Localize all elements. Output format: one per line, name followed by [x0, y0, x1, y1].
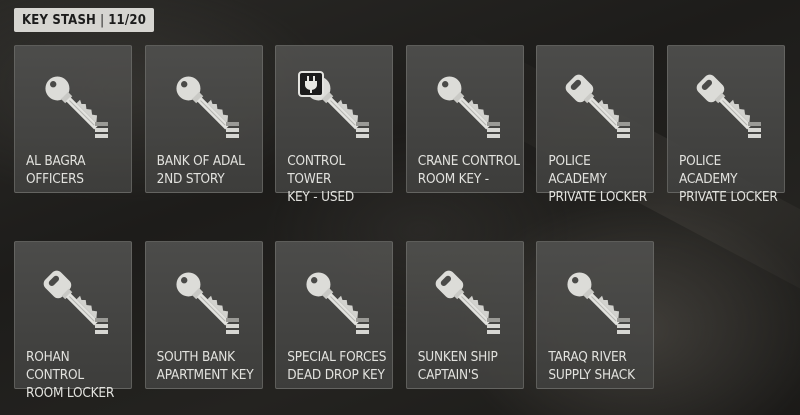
stack-icon: [617, 122, 631, 138]
stack-icon: [95, 318, 108, 334]
stack-icon: [95, 122, 108, 138]
key-tile[interactable]: CRANE CONTROL ROOM KEY -: [405, 45, 524, 193]
stack-icon: [225, 318, 239, 334]
key-label: ROHAN CONTROL ROOM LOCKER: [26, 349, 115, 401]
key-label: BANK OF ADAL 2ND STORY: [156, 153, 245, 187]
key-label: CONTROL TOWER KEY - USED: [287, 153, 354, 205]
key-tile[interactable]: TARAQ RIVER SUPPLY SHACK: [536, 241, 655, 389]
key-grid: AL BAGRA OFFICERS BANK OF ADAL 2ND STORY C…: [14, 45, 785, 401]
key-tile[interactable]: POLICE ACADEMY PRIVATE LOCKER: [666, 45, 785, 205]
stack-icon: [747, 122, 761, 138]
key-tile[interactable]: BANK OF ADAL 2ND STORY: [144, 45, 263, 193]
stack-icon: [356, 318, 370, 334]
key-label: SOUTH BANK APARTMENT KEY: [156, 349, 254, 383]
plug-icon: [298, 71, 325, 97]
key-tile[interactable]: CONTROL TOWER KEY - USED: [275, 45, 394, 205]
stack-icon: [486, 318, 500, 334]
key-label: TARAQ RIVER SUPPLY SHACK: [548, 349, 635, 383]
key-label: CRANE CONTROL ROOM KEY -: [417, 153, 520, 187]
stack-icon: [356, 122, 370, 138]
key-tile[interactable]: ROHAN CONTROL ROOM LOCKER: [14, 241, 132, 401]
key-label: AL BAGRA OFFICERS: [26, 153, 86, 187]
key-tile[interactable]: SOUTH BANK APARTMENT KEY: [144, 241, 263, 389]
key-tile[interactable]: SPECIAL FORCES DEAD DROP KEY: [275, 241, 394, 389]
key-label: POLICE ACADEMY PRIVATE LOCKER: [678, 153, 778, 205]
key-stash-header: KEY STASH | 11/20: [14, 8, 155, 32]
key-tile[interactable]: SUNKEN SHIP CAPTAIN'S: [405, 241, 524, 389]
header-title: KEY STASH: [22, 12, 97, 28]
stack-icon: [225, 122, 239, 138]
header-count: 11/20: [108, 12, 147, 28]
key-label: POLICE ACADEMY PRIVATE LOCKER: [548, 153, 647, 205]
header-separator: |: [100, 12, 105, 28]
key-label: SUNKEN SHIP CAPTAIN'S: [417, 349, 498, 383]
stack-icon: [617, 318, 631, 334]
stack-icon: [486, 122, 500, 138]
key-tile[interactable]: POLICE ACADEMY PRIVATE LOCKER: [536, 45, 655, 205]
key-tile[interactable]: AL BAGRA OFFICERS: [14, 45, 132, 193]
key-label: SPECIAL FORCES DEAD DROP KEY: [287, 349, 387, 383]
